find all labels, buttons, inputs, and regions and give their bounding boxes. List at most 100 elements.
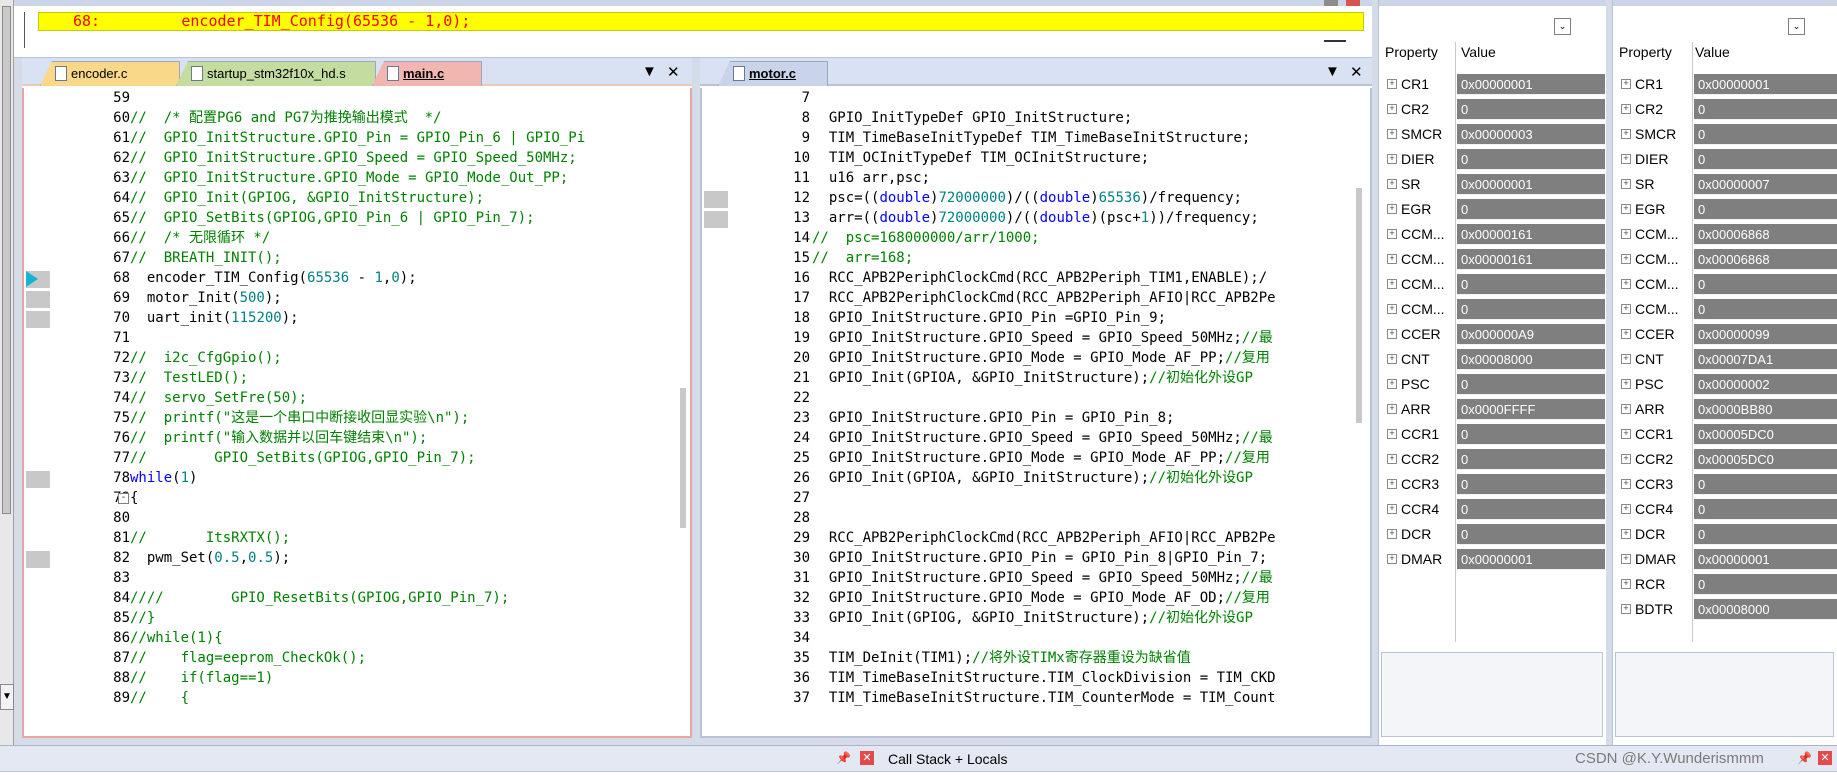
register-value[interactable]: 0 — [1694, 474, 1837, 495]
register-value[interactable]: 0x00006868 — [1694, 224, 1837, 245]
register-value[interactable]: 0x00000001 — [1457, 174, 1605, 195]
register-row[interactable]: + CCR1 0 — [1379, 424, 1606, 445]
register-value[interactable]: 0 — [1694, 524, 1837, 545]
code-line[interactable]: // flag=eeprom_CheckOk(); — [130, 650, 366, 667]
expand-icon[interactable]: + — [1387, 479, 1397, 489]
register-row[interactable]: + CR2 0 — [1613, 99, 1837, 120]
code-line[interactable]: // GPIO_InitStructure.GPIO_Speed = GPIO_… — [130, 150, 577, 167]
expand-icon[interactable]: + — [1621, 454, 1631, 464]
code-line[interactable]: TIM_TimeBaseInitStructure.TIM_CounterMod… — [812, 690, 1276, 707]
breakpoint-marker[interactable] — [704, 191, 728, 208]
code-line[interactable]: RCC_APB2PeriphClockCmd(RCC_APB2Periph_AF… — [812, 530, 1276, 547]
register-value[interactable]: 0x00000001 — [1457, 74, 1605, 95]
register-value[interactable]: 0x00000161 — [1457, 249, 1605, 270]
expand-icon[interactable]: + — [1621, 429, 1631, 439]
expand-icon[interactable]: + — [1621, 579, 1631, 589]
register-row[interactable]: + SMCR 0x00000003 — [1379, 124, 1606, 145]
code-line[interactable]: // ItsRXTX(); — [130, 530, 290, 547]
register-value[interactable]: 0 — [1694, 299, 1837, 320]
register-row[interactable]: + ARR 0x0000FFFF — [1379, 399, 1606, 420]
code-line[interactable]: // GPIO_Init(GPIOG, &GPIO_InitStructure)… — [130, 190, 484, 207]
register-row[interactable]: + DIER 0 — [1379, 149, 1606, 170]
code-line[interactable]: GPIO_Init(GPIOA, &GPIO_InitStructure);//… — [812, 470, 1253, 487]
register-row[interactable]: + DCR 0 — [1379, 524, 1606, 545]
register-row[interactable]: + CR1 0x00000001 — [1613, 74, 1837, 95]
register-row[interactable]: + DIER 0 — [1613, 149, 1837, 170]
code-lines[interactable]: GPIO_InitTypeDef GPIO_InitStructure; TIM… — [812, 88, 1356, 736]
breakpoint-marker[interactable] — [26, 311, 50, 328]
breakpoint-gutter[interactable] — [24, 88, 52, 736]
register-value[interactable]: 0x000000A9 — [1457, 324, 1605, 345]
register-row[interactable]: + SMCR 0 — [1613, 124, 1837, 145]
tab-motor-c[interactable]: motor.c — [718, 61, 828, 86]
code-area[interactable]: 7 8 9 10 11 12 13 14 15 16 17 18 19 20 21 22 23 24 25 26 27 2… — [700, 88, 1372, 738]
close-icon[interactable]: ✕ — [1818, 751, 1832, 765]
expand-icon[interactable]: + — [1387, 354, 1397, 364]
register-row[interactable]: + CCR1 0x00005DC0 — [1613, 424, 1837, 445]
register-value[interactable]: 0 — [1694, 499, 1837, 520]
expand-icon[interactable]: + — [1621, 79, 1631, 89]
code-line[interactable]: GPIO_InitTypeDef GPIO_InitStructure; — [812, 110, 1132, 127]
pin-icon[interactable] — [1324, 0, 1338, 6]
code-line[interactable]: //while(1){ — [130, 630, 223, 647]
code-line[interactable]: TIM_DeInit(TIM1);//将外设TIMx寄存器重设为缺省值 — [812, 650, 1191, 667]
expand-icon[interactable]: + — [1387, 529, 1397, 539]
code-line[interactable]: uart_init(115200); — [130, 310, 299, 327]
tab-main-c[interactable]: main.c — [372, 61, 482, 86]
register-value[interactable]: 0 — [1457, 424, 1605, 445]
register-row[interactable]: + CCM... 0x00000161 — [1379, 249, 1606, 270]
code-line[interactable]: //} — [130, 610, 155, 627]
register-row[interactable]: + CR1 0x00000001 — [1379, 74, 1606, 95]
expand-icon[interactable]: + — [1621, 104, 1631, 114]
register-row[interactable]: + CCER 0x000000A9 — [1379, 324, 1606, 345]
expand-icon[interactable]: + — [1387, 229, 1397, 239]
register-row[interactable]: + CCM... 0 — [1613, 274, 1837, 295]
register-row[interactable]: + CCM... 0 — [1613, 299, 1837, 320]
register-value[interactable]: 0x0000FFFF — [1457, 399, 1605, 420]
code-line[interactable]: GPIO_Init(GPIOA, &GPIO_InitStructure);//… — [812, 370, 1253, 387]
register-row[interactable]: + CCER 0x00000099 — [1613, 324, 1837, 345]
register-value[interactable]: 0 — [1694, 149, 1837, 170]
minimize-icon[interactable] — [1324, 40, 1346, 42]
register-value[interactable]: 0 — [1457, 199, 1605, 220]
code-line[interactable]: GPIO_InitStructure.GPIO_Speed = GPIO_Spe… — [812, 330, 1273, 347]
register-value[interactable]: 0 — [1457, 499, 1605, 520]
register-value[interactable]: 0 — [1457, 149, 1605, 170]
code-line[interactable]: // printf("输入数据并以回车键结束\n"); — [130, 430, 427, 447]
register-value[interactable]: 0x00008000 — [1457, 349, 1605, 370]
register-row[interactable]: + DMAR 0x00000001 — [1379, 549, 1606, 570]
code-line[interactable]: TIM_TimeBaseInitStructure.TIM_ClockDivis… — [812, 670, 1276, 687]
expand-icon[interactable]: + — [1387, 304, 1397, 314]
breakpoint-marker[interactable] — [26, 551, 50, 568]
register-value[interactable]: 0 — [1457, 449, 1605, 470]
vertical-scrollbar[interactable] — [680, 388, 686, 528]
register-value[interactable]: 0x00000161 — [1457, 224, 1605, 245]
expand-icon[interactable]: + — [1621, 529, 1631, 539]
code-line[interactable]: RCC_APB2PeriphClockCmd(RCC_APB2Periph_AF… — [812, 290, 1276, 307]
register-value[interactable]: 0 — [1694, 99, 1837, 120]
code-line[interactable]: GPIO_InitStructure.GPIO_Mode = GPIO_Mode… — [812, 450, 1270, 467]
code-line[interactable]: pwm_Set(0.5,0.5); — [130, 550, 290, 567]
code-line[interactable]: TIM_TimeBaseInitTypeDef TIM_TimeBaseInit… — [812, 130, 1250, 147]
code-line[interactable]: // TestLED(); — [130, 370, 248, 387]
scroll-down-arrow-icon[interactable]: ▼ — [0, 684, 14, 710]
register-value[interactable]: 0 — [1457, 299, 1605, 320]
register-row[interactable]: + ARR 0x0000BB80 — [1613, 399, 1837, 420]
register-row[interactable]: + CR2 0 — [1379, 99, 1606, 120]
register-value[interactable]: 0x00006868 — [1694, 249, 1837, 270]
call-stack-title[interactable]: Call Stack + Locals — [888, 751, 1007, 767]
expand-icon[interactable]: + — [1621, 279, 1631, 289]
code-line[interactable]: arr=((double)72000000)/((double)(psc+1))… — [812, 210, 1259, 227]
register-row[interactable]: + RCR 0 — [1613, 574, 1837, 595]
register-value[interactable]: 0x00000001 — [1457, 549, 1605, 570]
register-value[interactable]: 0x00005DC0 — [1694, 424, 1837, 445]
tab-dropdown-icon[interactable]: ▼ — [1325, 63, 1340, 80]
register-value[interactable]: 0 — [1457, 374, 1605, 395]
code-line[interactable]: // servo_SetFre(50); — [130, 390, 307, 407]
expand-icon[interactable]: + — [1387, 129, 1397, 139]
code-line[interactable]: GPIO_InitStructure.GPIO_Pin = GPIO_Pin_8… — [812, 410, 1175, 427]
expand-icon[interactable]: + — [1387, 504, 1397, 514]
register-value[interactable]: 0 — [1694, 199, 1837, 220]
register-value[interactable]: 0x00000003 — [1457, 124, 1605, 145]
register-row[interactable]: + PSC 0x00000002 — [1613, 374, 1837, 395]
